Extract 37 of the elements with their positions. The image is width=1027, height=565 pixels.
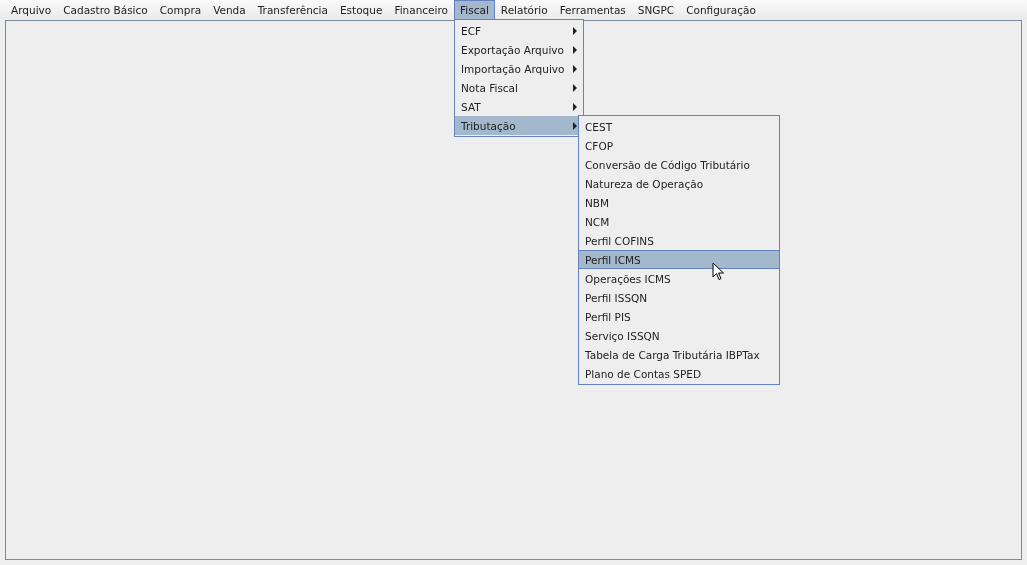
menu-item[interactable]: NCM [579, 212, 779, 231]
menu-item[interactable]: Perfil PIS [579, 307, 779, 326]
menu[interactable]: Ferramentas [553, 0, 632, 19]
menu-item[interactable]: NBM [579, 193, 779, 212]
menu-item[interactable]: ECF [455, 21, 583, 40]
menu-item[interactable]: Perfil ISSQN [579, 288, 779, 307]
submenu-arrow-icon [573, 83, 577, 92]
menu-item[interactable]: CFOP [579, 136, 779, 155]
submenu-arrow-icon [573, 45, 577, 54]
menu[interactable]: Transferência [251, 0, 334, 19]
menu-item[interactable]: Operações ICMS [579, 269, 779, 288]
menu-item[interactable]: SAT [455, 97, 583, 116]
menu-item[interactable]: Exportação Arquivo [455, 40, 583, 59]
submenu-arrow-icon [573, 121, 577, 130]
menu-item[interactable]: Nota Fiscal [455, 78, 583, 97]
submenu-arrow-icon [573, 102, 577, 111]
menu-item[interactable]: Perfil ICMS [579, 250, 779, 269]
menu[interactable]: SNGPC [631, 0, 681, 19]
submenu-arrow-icon [573, 26, 577, 35]
menu[interactable]: Cadastro Básico [57, 0, 154, 19]
menu[interactable]: Arquivo [5, 0, 58, 19]
menu-item[interactable]: Plano de Contas SPED [579, 364, 779, 383]
menu[interactable]: Estoque [333, 0, 389, 19]
menu-item[interactable]: Serviço ISSQN [579, 326, 779, 345]
menu-item[interactable]: Importação Arquivo [455, 59, 583, 78]
menu[interactable]: Compra [153, 0, 208, 19]
menu-item[interactable]: Natureza de Operação [579, 174, 779, 193]
menu-item[interactable]: Tabela de Carga Tributária IBPTax [579, 345, 779, 364]
menu[interactable]: Venda [207, 0, 252, 19]
menu-item[interactable]: Conversão de Código Tributário [579, 155, 779, 174]
menu[interactable]: Financeiro [388, 0, 454, 19]
submenu-arrow-icon [573, 64, 577, 73]
menu-item[interactable]: Perfil COFINS [579, 231, 779, 250]
menu[interactable]: Configuração [680, 0, 762, 19]
cursor-icon [712, 262, 725, 281]
menu[interactable]: Relatório [494, 0, 554, 19]
menu[interactable]: Fiscal [454, 0, 495, 19]
